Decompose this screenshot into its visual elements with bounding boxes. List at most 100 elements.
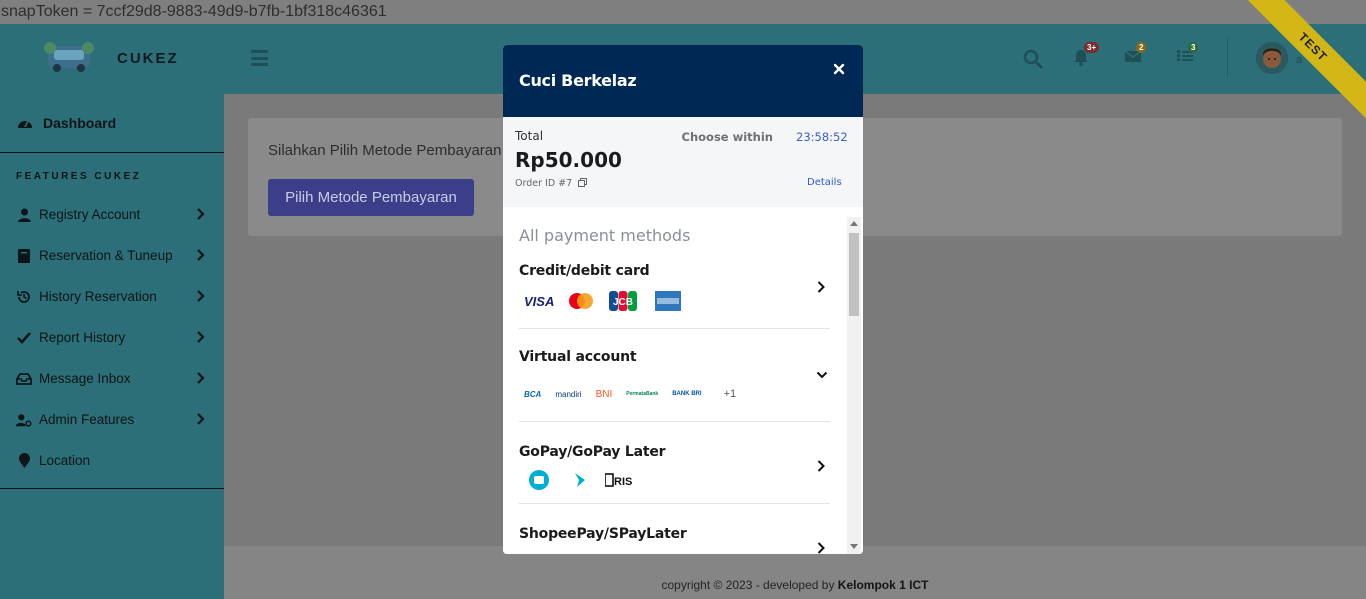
- scroll-thumb[interactable]: [849, 233, 859, 316]
- method-credit-card[interactable]: Credit/debit card VISA JCB: [519, 251, 830, 329]
- bri-logo: BANK BRI: [672, 391, 702, 397]
- footer-team: Kelompok 1 ICT: [837, 578, 929, 592]
- bca-logo: BCA: [524, 389, 542, 399]
- gopay-later-logo-icon: [575, 473, 585, 487]
- method-virtual-account[interactable]: Virtual account BCA mandiri BNI PermataB…: [519, 329, 830, 422]
- messages-button[interactable]: 2: [1124, 42, 1147, 70]
- tasks-button[interactable]: 3: [1176, 42, 1199, 70]
- method-title: GoPay/GoPay Later: [519, 444, 666, 460]
- test-ribbon: TEST: [1236, 0, 1366, 130]
- close-icon[interactable]: [830, 60, 848, 78]
- order-id[interactable]: Order ID #7: [515, 178, 588, 189]
- amex-logo-icon: [655, 291, 681, 311]
- sidebar-item-reservation-tuneup[interactable]: Reservation & Tuneup: [0, 235, 224, 276]
- sidebar-item-message-inbox[interactable]: Message Inbox: [0, 358, 224, 399]
- snap-token-text: snapToken = 7ccf29d8-9883-49d9-b7fb-1bf3…: [0, 0, 1366, 24]
- sidebar-item-label: Message Inbox: [39, 371, 131, 386]
- user-cog-icon: [16, 413, 32, 427]
- sidebar-item-label: Reservation & Tuneup: [39, 248, 173, 263]
- payment-modal: Cuci Berkelaz Total Rp50.000 Order ID #7…: [503, 45, 863, 554]
- jcb-logo-icon: JCB: [609, 291, 637, 311]
- sidebar-divider: [0, 488, 224, 489]
- chevron-right-icon: [817, 281, 825, 293]
- chevron-right-icon: [197, 413, 205, 425]
- spaylater-logo-icon: [571, 551, 587, 554]
- methods-scrollbar[interactable]: [847, 217, 861, 554]
- sidebar-item-dashboard[interactable]: Dashboard: [0, 94, 224, 153]
- tasks-badge: 3: [1188, 42, 1199, 53]
- gopay-logos: RIS: [529, 470, 637, 490]
- modal-title: Cuci Berkelaz: [519, 71, 637, 90]
- total-label: Total: [515, 129, 544, 143]
- svg-text:JCB: JCB: [613, 297, 633, 308]
- search-icon[interactable]: [1022, 48, 1044, 70]
- copy-icon[interactable]: [578, 178, 588, 187]
- sidebar: Dashboard FEATURES CUKEZ Registry Accoun…: [0, 94, 224, 599]
- sidebar-heading: FEATURES CUKEZ: [16, 171, 142, 182]
- topbar-divider: [1227, 38, 1228, 78]
- chevron-right-icon: [197, 372, 205, 384]
- footer-text: copyright © 2023 - developed by Kelompok…: [0, 578, 1366, 592]
- bank-logos: BCA mandiri BNI PermataBank BANK BRI +1: [524, 388, 736, 400]
- sidebar-item-registry-account[interactable]: Registry Account: [0, 194, 224, 235]
- brand-name: CUKEZ: [117, 50, 179, 67]
- alerts-button[interactable]: 3+: [1072, 42, 1100, 70]
- sidebar-item-location[interactable]: Location: [0, 440, 224, 481]
- brand-logo-icon: [44, 42, 94, 72]
- sidebar-item-label: Location: [39, 453, 91, 468]
- chevron-right-icon: [197, 290, 205, 302]
- svg-text:RIS: RIS: [614, 476, 632, 487]
- user-icon: [17, 208, 31, 222]
- dashboard-gauge-icon: [18, 120, 32, 128]
- countdown-timer: 23:58:52: [796, 130, 848, 144]
- modal-header: Cuci Berkelaz: [503, 45, 863, 117]
- more-banks-count: +1: [723, 388, 737, 400]
- sidebar-item-admin-features[interactable]: Admin Features: [0, 399, 224, 440]
- inbox-icon: [16, 372, 32, 385]
- details-link[interactable]: Details: [807, 177, 842, 188]
- qris-logo-icon: RIS: [605, 473, 632, 487]
- payment-methods-list: All payment methods Credit/debit card VI…: [503, 207, 863, 554]
- scroll-up-arrow-icon[interactable]: [850, 221, 858, 226]
- chevron-right-icon: [197, 249, 205, 261]
- choose-payment-method-button[interactable]: Pilih Metode Pembayaran: [268, 179, 474, 216]
- sidebar-item-label: Registry Account: [39, 207, 141, 222]
- sidebar-item-label: Report History: [39, 330, 126, 345]
- method-shopeepay[interactable]: ShopeePay/SPayLater: [519, 504, 830, 554]
- sidebar-item-label: Admin Features: [39, 412, 135, 427]
- sidebar-item-label: History Reservation: [39, 289, 157, 304]
- card-logos: VISA JCB: [523, 291, 681, 311]
- choose-within-label: Choose within: [681, 130, 773, 144]
- svg-text:VISA: VISA: [524, 294, 554, 308]
- shopeepay-logo-icon: [527, 551, 549, 554]
- chevron-right-icon: [197, 331, 205, 343]
- sidebar-item-history-reservation[interactable]: History Reservation: [0, 276, 224, 317]
- permata-logo: PermataBank: [626, 391, 659, 397]
- test-ribbon-label: TEST: [1236, 0, 1366, 124]
- history-icon: [17, 290, 30, 303]
- shopeepay-logos: [527, 551, 587, 554]
- method-gopay[interactable]: GoPay/GoPay Later RIS: [519, 422, 830, 504]
- method-title: ShopeePay/SPayLater: [519, 526, 687, 542]
- methods-heading: All payment methods: [519, 226, 691, 245]
- visa-logo-icon: VISA: [524, 294, 554, 308]
- alerts-badge: 3+: [1084, 42, 1100, 53]
- total-amount: Rp50.000: [515, 148, 622, 172]
- menu-toggle-button[interactable]: [251, 50, 268, 66]
- order-id-text: Order ID #7: [515, 178, 573, 189]
- brand[interactable]: CUKEZ: [0, 24, 224, 94]
- gopay-logo-icon: [529, 470, 549, 490]
- sidebar-item-report-history[interactable]: Report History: [0, 317, 224, 358]
- payment-prompt: Silahkan Pilih Metode Pembayaran: [268, 142, 502, 159]
- method-title: Virtual account: [519, 349, 637, 365]
- map-pin-icon: [18, 453, 30, 468]
- mastercard-logo-icon: [569, 293, 593, 309]
- scroll-down-arrow-icon[interactable]: [850, 544, 858, 549]
- check-icon: [17, 331, 31, 344]
- chevron-down-icon: [816, 371, 828, 379]
- chevron-right-icon: [197, 208, 205, 220]
- footer-copyright: copyright © 2023 - developed by: [661, 578, 838, 592]
- book-icon: [18, 248, 30, 263]
- mandiri-logo: mandiri: [555, 389, 582, 399]
- sidebar-dashboard-label: Dashboard: [43, 115, 117, 131]
